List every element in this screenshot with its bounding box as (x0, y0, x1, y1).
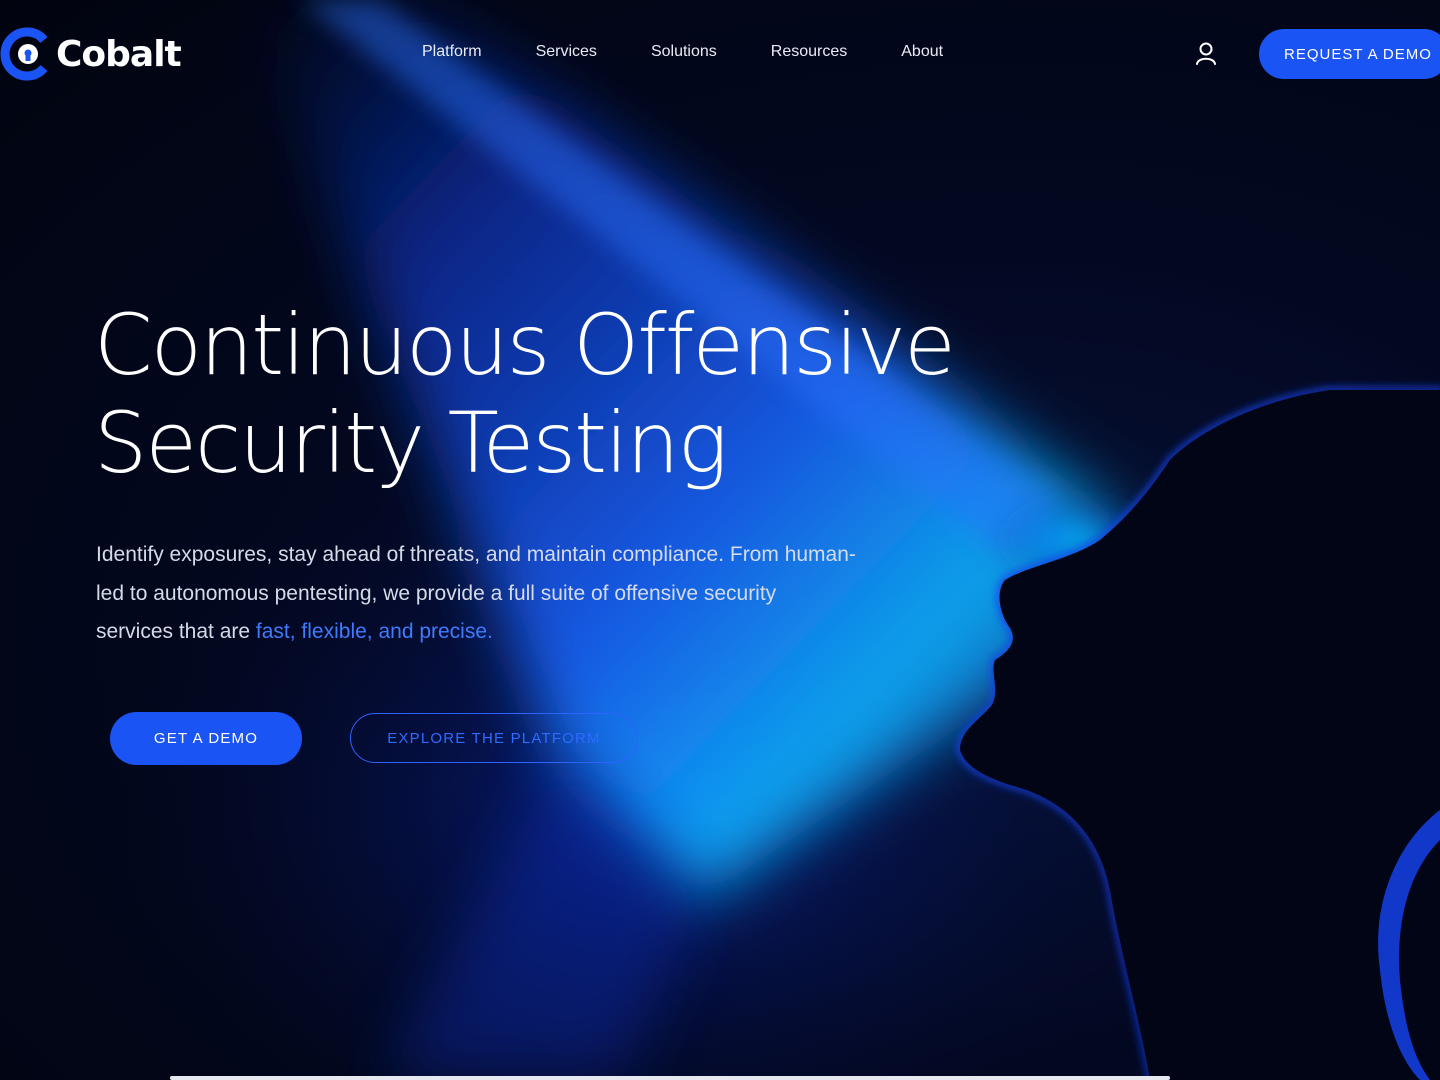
hero-description: Identify exposures, stay ahead of threat… (96, 536, 856, 652)
nav-item-about[interactable]: About (901, 43, 943, 61)
get-demo-button[interactable]: GET A DEMO (110, 712, 302, 765)
main-nav: Platform Services Solutions Resources Ab… (422, 43, 943, 61)
explore-platform-button[interactable]: EXPLORE THE PLATFORM (350, 713, 638, 763)
user-icon (1196, 42, 1216, 65)
site-header: Cobalt Platform Services Solutions Resou… (0, 0, 1440, 108)
bottom-section-edge (170, 1076, 1170, 1080)
nav-item-platform[interactable]: Platform (422, 43, 482, 61)
request-demo-button[interactable]: REQUEST A DEMO (1259, 29, 1440, 79)
user-account-button[interactable] (1192, 40, 1220, 68)
brand-name: Cobalt (56, 33, 182, 75)
nav-item-services[interactable]: Services (536, 43, 597, 61)
hero-title: Continuous Offensive Security Testing (94, 296, 994, 492)
hero-title-line-1: Continuous Offensive (94, 296, 956, 394)
cobalt-logo-icon (0, 27, 48, 81)
nav-item-solutions[interactable]: Solutions (651, 43, 717, 61)
landing-page: Cobalt Platform Services Solutions Resou… (0, 0, 1440, 1080)
hero-title-line-2: Security Testing (94, 394, 728, 492)
hero-description-accent: fast, flexible, and precise. (255, 620, 493, 643)
nav-item-resources[interactable]: Resources (771, 43, 847, 61)
cobalt-logo[interactable]: Cobalt (0, 24, 182, 84)
